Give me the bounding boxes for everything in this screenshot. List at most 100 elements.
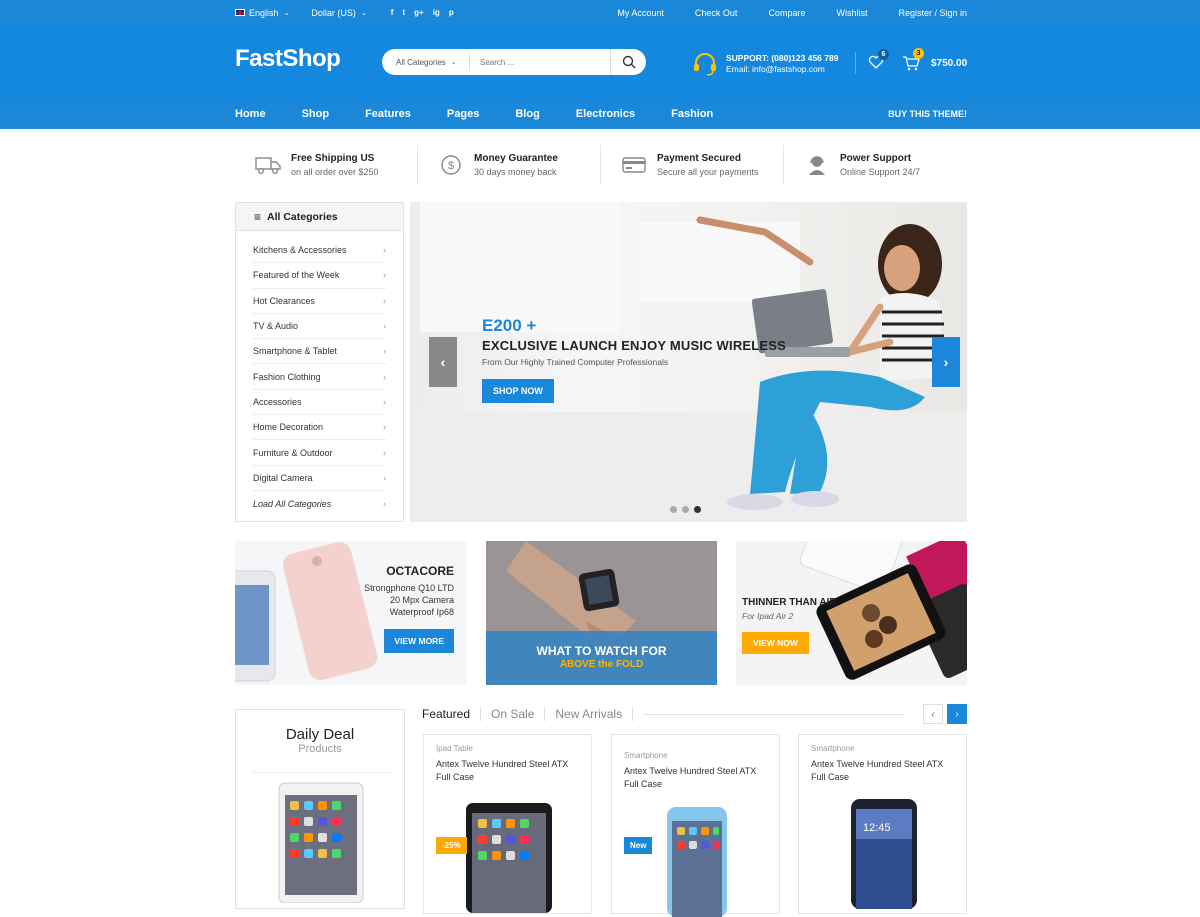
slider-dot[interactable]	[682, 506, 689, 513]
slider-dot[interactable]	[670, 506, 677, 513]
feature-support: Power Support Online Support 24/7	[784, 145, 967, 185]
search-input[interactable]	[470, 50, 610, 74]
register-signin-link[interactable]: Register / Sign in	[898, 8, 967, 18]
search-button[interactable]	[610, 49, 646, 75]
samsung-phone-image: 12:45	[851, 799, 917, 909]
site-logo[interactable]: FastShop	[235, 45, 341, 73]
support-info: SUPPORT: (080)123 456 789 Email: info@fa…	[692, 51, 838, 77]
banner-ipad[interactable]: THINNER THAN AIR For Ipad Air 2 VIEW NOW	[736, 541, 967, 685]
product-name[interactable]: Antex Twelve Hundred Steel ATX Full Case	[624, 765, 767, 790]
cart-total: $750.00	[931, 58, 968, 69]
svg-text:$: $	[448, 160, 454, 172]
feature-shipping: Free Shipping US on all order over $250	[235, 145, 418, 185]
product-card[interactable]: Ipad Table Antex Twelve Hundred Steel AT…	[423, 734, 592, 914]
google-plus-icon[interactable]: g+	[414, 8, 424, 17]
top-bar: English ⌄ Dollar (US) ⌄ f t g+ ig p My Acc…	[0, 0, 1200, 25]
language-selector[interactable]: English ⌄	[235, 8, 289, 18]
support-email: Email: info@fastshop.com	[726, 64, 825, 74]
checkout-link[interactable]: Check Out	[695, 8, 738, 18]
slide-price: E200 +	[482, 316, 537, 335]
view-now-button[interactable]: VIEW NOW	[742, 632, 809, 654]
slider-next-button[interactable]: ›	[932, 337, 960, 387]
instagram-icon[interactable]: ig	[433, 8, 440, 17]
product-category: Smartphone	[624, 751, 668, 760]
shop-now-button[interactable]: SHOP NOW	[482, 379, 554, 403]
category-item[interactable]: Accessories ›	[253, 390, 386, 416]
chevron-right-icon: ›	[383, 346, 386, 357]
wishlist-link[interactable]: Wishlist	[836, 8, 867, 18]
category-item[interactable]: Hot Clearances ›	[253, 289, 386, 314]
category-item[interactable]: Featured of the Week ›	[253, 263, 386, 289]
chevron-right-icon: ›	[383, 396, 386, 407]
nav-features[interactable]: Features	[365, 108, 411, 120]
banner-watch[interactable]: WHAT TO WATCH FOR ABOVE the FOLD	[486, 541, 717, 685]
menu-icon: ≡	[254, 209, 262, 224]
support-phone: SUPPORT: (080)123 456 789	[726, 53, 839, 63]
product-name[interactable]: Antex Twelve Hundred Steel ATX Full Case	[436, 758, 579, 783]
tab-on-sale[interactable]: On Sale	[491, 707, 546, 721]
tablet-image	[466, 803, 552, 913]
wishlist-count: 6	[878, 49, 889, 60]
products-next-button[interactable]: ›	[947, 704, 967, 724]
chevron-left-icon: ‹	[931, 708, 935, 720]
pinterest-icon[interactable]: p	[449, 8, 454, 17]
wishlist-button[interactable]: 6	[868, 49, 889, 74]
banner-specs: Strongphone Q10 LTD 20 Mpx Camera Waterp…	[364, 583, 454, 617]
chevron-right-icon: ›	[383, 295, 386, 306]
product-tabs: Featured On Sale New Arrivals ‹ ›	[422, 704, 967, 724]
category-item[interactable]: Home Decoration ›	[253, 415, 386, 441]
slider-prev-button[interactable]: ‹	[429, 337, 457, 387]
category-item[interactable]: Fashion Clothing ›	[253, 364, 386, 390]
tabs-divider	[643, 713, 905, 715]
deal-product-image[interactable]	[252, 772, 390, 912]
twitter-icon[interactable]: t	[402, 8, 405, 17]
chevron-down-icon: ⌄	[283, 9, 290, 17]
nav-pages[interactable]: Pages	[447, 108, 479, 120]
search-icon	[622, 55, 635, 69]
product-card[interactable]: Smartphone Antex Twelve Hundred Steel AT…	[798, 734, 967, 914]
chevron-right-icon: ›	[383, 498, 386, 509]
truck-icon	[255, 157, 281, 174]
product-category: Ipad Table	[436, 744, 473, 753]
buy-theme-link[interactable]: BUY THIS THEME!	[888, 109, 967, 119]
slider-dot-active[interactable]	[694, 506, 701, 513]
product-category: Smartphone	[811, 744, 855, 753]
banner-subtitle: ABOVE the FOLD	[559, 659, 644, 670]
category-menu-header[interactable]: ≡ All Categories	[236, 203, 403, 231]
product-name[interactable]: Antex Twelve Hundred Steel ATX Full Case	[811, 758, 954, 783]
chevron-down-icon: ⌄	[360, 9, 367, 17]
category-menu: ≡ All Categories Kitchens & Accessories › …	[235, 202, 404, 522]
my-account-link[interactable]: My Account	[617, 8, 664, 18]
tab-new-arrivals[interactable]: New Arrivals	[555, 707, 634, 721]
svg-text:12:45: 12:45	[863, 822, 891, 834]
phone-image	[667, 807, 727, 917]
category-item[interactable]: TV & Audio ›	[253, 314, 386, 340]
products-prev-button[interactable]: ‹	[923, 704, 943, 724]
chevron-right-icon: ›	[383, 270, 386, 281]
nav-fashion[interactable]: Fashion	[671, 108, 713, 120]
category-item[interactable]: Smartphone & Tablet ›	[253, 339, 386, 365]
ipad-image	[278, 782, 364, 904]
slide-headline: EXCLUSIVE LAUNCH ENJOY MUSIC WIRELESS	[482, 338, 787, 353]
banner-subtitle: For Ipad Air 2	[742, 611, 794, 621]
category-item[interactable]: Furniture & Outdoor ›	[253, 440, 386, 466]
nav-electronics[interactable]: Electronics	[576, 108, 635, 120]
compare-link[interactable]: Compare	[768, 8, 805, 18]
currency-selector[interactable]: Dollar (US) ⌄	[311, 8, 366, 18]
load-all-categories[interactable]: Load All Categories ›	[253, 491, 386, 516]
category-item[interactable]: Kitchens & Accessories ›	[253, 238, 386, 264]
category-item[interactable]: Digital Camera ›	[253, 466, 386, 491]
nav-blog[interactable]: Blog	[515, 108, 539, 120]
facebook-icon[interactable]: f	[391, 8, 394, 17]
product-card[interactable]: Smartphone Antex Twelve Hundred Steel AT…	[611, 734, 780, 917]
tab-featured[interactable]: Featured	[422, 707, 482, 721]
view-more-button[interactable]: VIEW MORE	[384, 629, 454, 653]
features-strip: Free Shipping US on all order over $250 $…	[235, 145, 967, 185]
cart-button[interactable]: 3	[902, 48, 924, 76]
headset-icon	[809, 156, 825, 175]
search-category-select[interactable]: All Categories ⌄	[382, 54, 470, 70]
nav-shop[interactable]: Shop	[302, 108, 330, 120]
nav-home[interactable]: Home	[235, 108, 266, 120]
banner-octacore[interactable]: OCTACORE Strongphone Q10 LTD 20 Mpx Came…	[235, 541, 466, 685]
hero-slider: E200 + EXCLUSIVE LAUNCH ENJOY MUSIC WIRE…	[410, 202, 967, 522]
